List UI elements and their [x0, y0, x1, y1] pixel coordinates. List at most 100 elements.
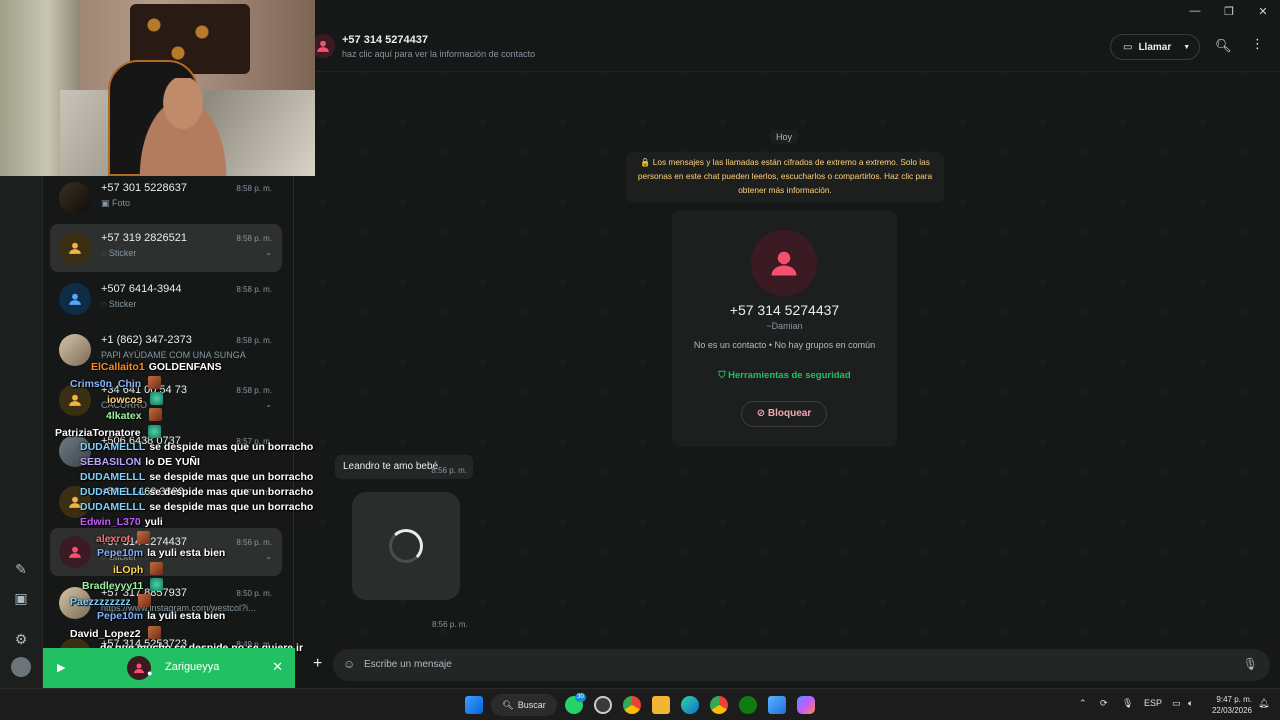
- profile-avatar[interactable]: [11, 657, 31, 677]
- search-icon[interactable]: 🔍︎: [1215, 38, 1232, 54]
- security-tools-link[interactable]: ⛉ Herramientas de seguridad: [672, 370, 897, 381]
- clock-date: 22/03/2026: [1211, 706, 1252, 715]
- media-message-loading[interactable]: [352, 492, 460, 600]
- settings-gear-icon[interactable]: ⚙: [12, 630, 30, 648]
- threads-icon[interactable]: [594, 696, 612, 714]
- taskbar-search[interactable]: 🔍︎ Buscar: [491, 694, 557, 716]
- stream-chat-line: ElCallaito1 GOLDENFANS: [91, 361, 222, 373]
- stream-chat-text: yuli: [144, 516, 163, 528]
- chat-time: 8:58 p. m.: [236, 285, 272, 294]
- chat-name: +1 (862) 347-2373: [101, 334, 192, 346]
- block-icon: ⊘: [756, 408, 766, 419]
- tray-volume-icon[interactable]: 🔈︎: [1188, 698, 1193, 709]
- stream-emote-icon: [150, 562, 164, 575]
- attach-plus-icon[interactable]: +: [313, 655, 322, 673]
- chrome-profile-icon[interactable]: [623, 696, 641, 714]
- contact-title[interactable]: +57 314 5274437: [342, 34, 428, 46]
- stream-chat-line: Paezzzzzzzz: [70, 594, 151, 608]
- maximize-button[interactable]: ❐: [1212, 0, 1246, 22]
- call-button[interactable]: ▭ Llamar ▼: [1110, 34, 1200, 60]
- close-icon[interactable]: ✕: [272, 659, 283, 675]
- message-placeholder: Escribe un mensaje: [364, 659, 452, 670]
- stream-chat-text: se despide mas que un borracho: [149, 471, 314, 483]
- stream-chat-user: Paezzzzzzzz: [70, 596, 131, 608]
- tray-chevron-up-icon[interactable]: ⌃: [1079, 698, 1087, 709]
- stream-chat-line: 4lkatex: [106, 408, 162, 422]
- block-label: Bloquear: [767, 408, 812, 419]
- stream-chat-line: iowcos: [107, 392, 163, 406]
- stream-chat-line: DUDAMELLL se despide mas que un borracho: [80, 471, 313, 483]
- stream-emote-icon: [148, 408, 162, 421]
- stream-chat-user: DUDAMELLL: [80, 471, 146, 483]
- shield-icon: ⛉: [718, 370, 726, 381]
- notification-bell-icon[interactable]: 🔔︎: [1258, 698, 1269, 709]
- file-explorer-icon[interactable]: [652, 696, 670, 714]
- stream-chat-user: iLOph: [113, 564, 144, 576]
- loading-spinner-icon: [389, 529, 423, 563]
- webcam-overlay: [0, 0, 315, 176]
- whatsapp-window: — ❐ ✕ ✎ ▣ ⚙ +57 301 5228637 8:58 p. m. ▣ F…: [0, 0, 1280, 688]
- chat-list-item[interactable]: +507 6414-3944 8:58 p. m. ◌ Sticker: [50, 275, 282, 323]
- window-controls: — ❐ ✕: [1178, 0, 1280, 22]
- message-input[interactable]: ☺ Escribe un mensaje 🎙︎: [333, 649, 1270, 681]
- chat-avatar: [59, 182, 91, 214]
- contact-big-avatar: [751, 230, 817, 296]
- stream-chat-user: 4lkatex: [106, 410, 142, 422]
- chat-avatar: [59, 536, 91, 568]
- tray-sync-icon[interactable]: ⟳: [1100, 698, 1108, 709]
- chrome-icon[interactable]: [710, 696, 728, 714]
- tray-network-icon[interactable]: ▭: [1172, 698, 1181, 709]
- chat-preview-text: Sticker: [108, 299, 137, 309]
- stream-chat-user: iowcos: [107, 394, 143, 406]
- message-text: Leandro te amo bebé: [343, 461, 439, 472]
- stream-chat-line: DUDAMELLL se despide mas que un borracho: [80, 501, 313, 513]
- microphone-icon[interactable]: 🎙︎: [1243, 657, 1258, 671]
- kebab-menu-icon[interactable]: ⋮: [1251, 36, 1264, 52]
- tray-mic-icon[interactable]: 🎙︎: [1122, 698, 1133, 709]
- status-icon[interactable]: ✎: [12, 560, 30, 578]
- stream-chat-line: SEBASILON lo DE YUÑI: [80, 456, 200, 468]
- chat-preview-text: Sticker: [108, 248, 137, 258]
- taskbar-clock[interactable]: 9:47 p. m. 22/03/2026: [1207, 694, 1252, 716]
- chat-avatar: [59, 232, 91, 264]
- close-button[interactable]: ✕: [1246, 0, 1280, 22]
- block-button[interactable]: ⊘ Bloquear: [741, 401, 827, 427]
- chevron-down-icon[interactable]: ⌄: [265, 248, 272, 257]
- stream-chat-line: PatriziaTornatore: [55, 425, 161, 439]
- tray-language[interactable]: ESP: [1144, 698, 1162, 708]
- chat-list-item[interactable]: +57 319 2826521 8:58 p. m. ◌ Sticker ⌄: [50, 224, 282, 272]
- incoming-message[interactable]: Leandro te amo bebé 8:56 p. m.: [335, 455, 473, 479]
- chat-preview-text: Foto: [112, 198, 131, 208]
- stream-chat-line: Pepe10m la yuli esta bien: [97, 547, 225, 559]
- chat-list-item[interactable]: +57 301 5228637 8:58 p. m. ▣ Foto: [50, 174, 282, 222]
- chat-name: +57 301 5228637: [101, 182, 187, 194]
- voice-note-bar[interactable]: ▶ ● Zarigueyya ✕: [43, 648, 295, 688]
- contact-subtitle[interactable]: haz clic aquí para ver la información de…: [342, 49, 535, 59]
- stream-emote-icon: [147, 626, 161, 639]
- chevron-down-icon[interactable]: ⌄: [265, 400, 272, 409]
- chat-time: 8:50 p. m.: [236, 589, 272, 598]
- stream-chat-text: se despide mas que un borracho: [149, 486, 314, 498]
- edge-icon[interactable]: [681, 696, 699, 714]
- stream-emote-icon: [137, 594, 151, 607]
- chat-preview-text: PAPI AYÚDAME COM UNA SUNGA: [101, 350, 246, 360]
- stream-chat-line: Edwin_L370 yuli: [80, 516, 163, 528]
- contact-info: No es un contacto • No hay grupos en com…: [693, 340, 876, 350]
- play-icon[interactable]: ▶: [57, 661, 65, 674]
- minimize-button[interactable]: —: [1178, 0, 1212, 22]
- chat-time: 8:58 p. m.: [236, 234, 272, 243]
- stream-emote-icon: [150, 578, 164, 591]
- search-icon: 🔍︎: [502, 699, 514, 710]
- copilot-icon[interactable]: [797, 696, 815, 714]
- encryption-notice[interactable]: 🔒 Los mensajes y las llamadas están cifr…: [626, 152, 944, 202]
- emoji-icon[interactable]: ☺: [343, 657, 355, 671]
- stream-chat-user: Crims0n_Chin: [70, 378, 142, 390]
- chevron-down-icon[interactable]: ⌄: [265, 552, 272, 561]
- photos-icon[interactable]: [768, 696, 786, 714]
- conversation-header[interactable]: +57 314 5274437 haz clic aquí para ver l…: [303, 22, 1280, 72]
- contact-alias: ~Damian: [766, 321, 803, 331]
- xbox-icon[interactable]: [739, 696, 757, 714]
- windows-start-icon[interactable]: [465, 696, 483, 714]
- chat-preview: ◌ Sticker: [101, 248, 271, 258]
- media-gallery-icon[interactable]: ▣: [12, 589, 30, 607]
